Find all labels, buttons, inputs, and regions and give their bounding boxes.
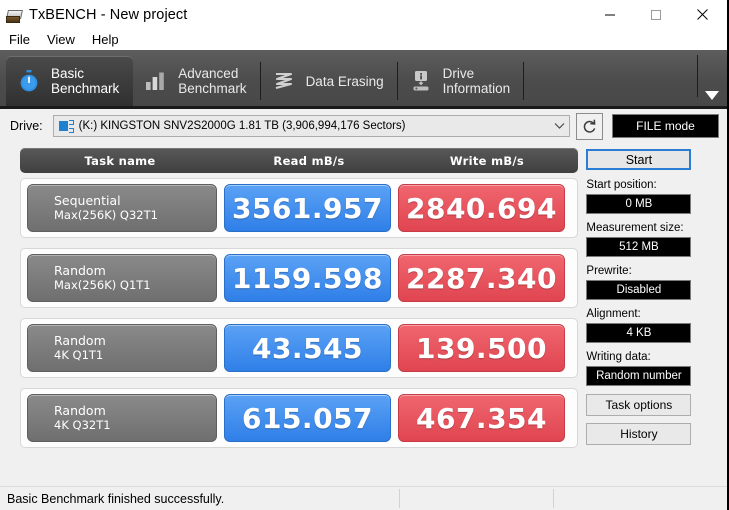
tab-basic-benchmark[interactable]: Basic Benchmark (6, 56, 134, 106)
table-row: Random 4K Q32T1 615.057 467.354 (20, 388, 579, 448)
prewrite-label: Prewrite: (586, 265, 632, 277)
status-message: Basic Benchmark finished successfully. (7, 491, 225, 506)
read-value-cell: 615.057 (224, 394, 391, 442)
maximize-button[interactable] (633, 0, 679, 29)
column-header-read: Read mB/s (273, 153, 345, 168)
drive-icon (58, 119, 74, 133)
read-value-cell: 3561.957 (224, 184, 391, 232)
task-name-cell: Random 4K Q1T1 (27, 324, 217, 372)
read-value-cell: 43.545 (224, 324, 391, 372)
task-name-line1: Random (54, 403, 106, 418)
task-name-line2: 4K Q1T1 (54, 348, 104, 362)
menu-item-help[interactable]: Help (90, 31, 128, 49)
write-value-cell: 139.500 (398, 324, 565, 372)
tab-data-erasing[interactable]: Data Erasing (261, 56, 398, 106)
column-header-task-name: Task name (84, 153, 156, 168)
drive-select-value: (K:) KINGSTON SNV2S2000G 1.81 TB (3,906,… (78, 120, 406, 132)
benchmark-results: Task name Read mB/s Write mB/s Sequentia… (0, 143, 579, 486)
refresh-button[interactable] (576, 112, 603, 140)
close-button[interactable] (679, 0, 725, 29)
menu-item-file[interactable]: File (7, 31, 39, 49)
writing-data-label: Writing data: (586, 351, 651, 363)
status-divider (399, 489, 400, 508)
menu-item-view[interactable]: View (45, 31, 84, 49)
write-value-cell: 2287.340 (398, 254, 565, 302)
start-position-value[interactable]: 0 MB (586, 194, 692, 214)
refresh-icon (583, 119, 596, 133)
chevron-down-icon (546, 117, 565, 135)
main-content: Task name Read mB/s Write mB/s Sequentia… (0, 143, 727, 486)
tab-overflow-button[interactable] (697, 50, 727, 106)
drive-label: Drive: (10, 119, 43, 133)
drive-select[interactable]: (K:) KINGSTON SNV2S2000G 1.81 TB (3,906,… (52, 115, 570, 137)
table-row: Sequential Max(256K) Q32T1 3561.957 2840… (20, 178, 579, 238)
write-value-cell: 467.354 (398, 394, 565, 442)
tab-data-erasing-label: Data Erasing (305, 73, 384, 89)
alignment-label: Alignment: (586, 308, 641, 320)
start-position-label: Start position: (586, 179, 657, 191)
window-title: TxBENCH - New project (29, 6, 188, 23)
alignment-value[interactable]: 4 KB (586, 323, 692, 343)
task-name-line1: Random (54, 263, 106, 278)
read-value-cell: 1159.598 (224, 254, 391, 302)
start-button[interactable]: Start (586, 149, 692, 170)
writing-data-value[interactable]: Random number (586, 366, 692, 386)
drive-info-icon (408, 68, 434, 94)
task-name-line2: 4K Q32T1 (54, 418, 111, 432)
task-name-line2: Max(256K) Q32T1 (54, 208, 158, 222)
tab-drive-information[interactable]: Drive Information (398, 56, 525, 106)
task-name-cell: Random Max(256K) Q1T1 (27, 254, 217, 302)
table-row: Random Max(256K) Q1T1 1159.598 2287.340 (20, 248, 579, 308)
eraser-wave-icon (271, 68, 297, 94)
task-name-cell: Sequential Max(256K) Q32T1 (27, 184, 217, 232)
status-bar: Basic Benchmark finished successfully. (0, 486, 727, 510)
bar-chart-icon (143, 68, 169, 94)
menu-bar: File View Help (0, 29, 727, 50)
minimize-button[interactable] (587, 0, 633, 29)
measurement-size-label: Measurement size: (586, 222, 684, 234)
task-name-line1: Random (54, 333, 106, 348)
task-name-cell: Random 4K Q32T1 (27, 394, 217, 442)
results-header-row: Task name Read mB/s Write mB/s (20, 148, 579, 173)
tab-advanced-benchmark[interactable]: Advanced Benchmark (133, 56, 261, 106)
window-controls (587, 0, 725, 29)
column-header-write: Write mB/s (449, 153, 525, 168)
table-row: Random 4K Q1T1 43.545 139.500 (20, 318, 579, 378)
drive-selection-row: Drive: (K:) KINGSTON SNV2S2000G 1.81 TB … (0, 109, 727, 143)
tab-drive-information-label: Drive Information (442, 66, 511, 96)
tab-advanced-benchmark-label: Advanced Benchmark (178, 66, 247, 96)
options-sidebar: Start Start position: 0 MB Measurement s… (578, 143, 727, 486)
tab-bar: Basic Benchmark Advanced Benchmark Data … (0, 50, 727, 109)
stopwatch-icon (16, 68, 42, 94)
task-name-line2: Max(256K) Q1T1 (54, 278, 151, 292)
tab-basic-benchmark-label: Basic Benchmark (51, 66, 120, 96)
title-bar: TxBENCH - New project (0, 0, 727, 29)
txbench-window: TxBENCH - New project File View Help Bas… (0, 0, 729, 510)
prewrite-value[interactable]: Disabled (586, 280, 692, 300)
history-button[interactable]: History (586, 423, 692, 445)
app-icon (6, 7, 23, 23)
write-value-cell: 2840.694 (398, 184, 565, 232)
task-options-button[interactable]: Task options (586, 394, 692, 416)
chevron-down-icon (705, 91, 719, 100)
file-mode-button[interactable]: FILE mode (612, 114, 719, 138)
status-divider (553, 489, 554, 508)
task-name-line1: Sequential (54, 193, 121, 208)
measurement-size-value[interactable]: 512 MB (586, 237, 692, 257)
